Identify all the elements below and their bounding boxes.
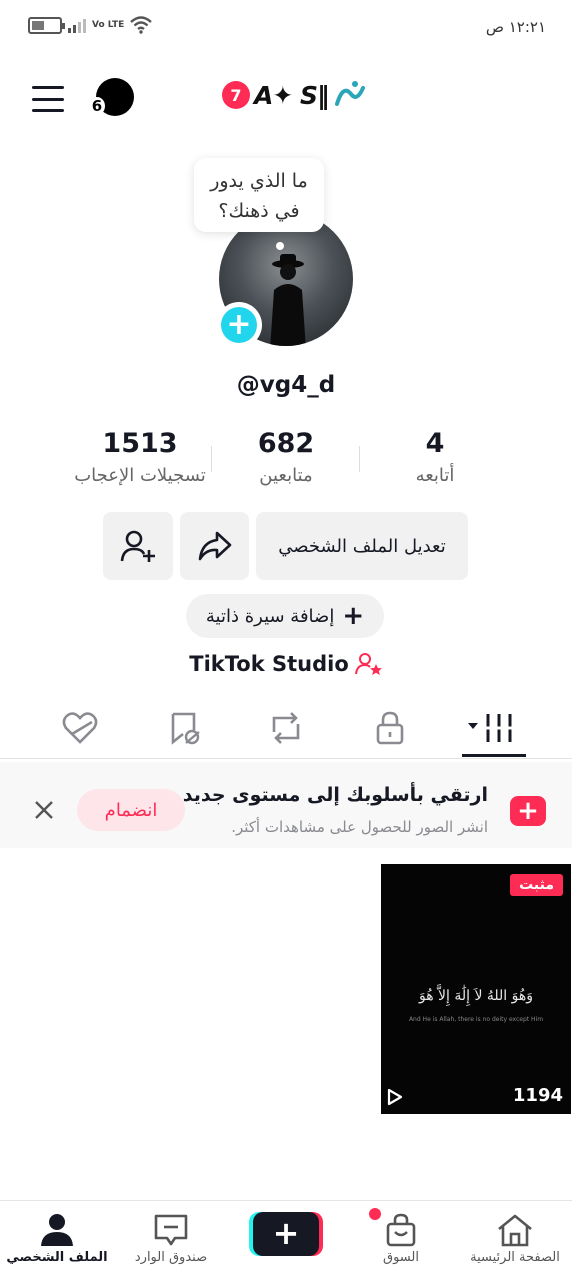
join-button[interactable]: انضمام (77, 789, 185, 831)
followers-count: 682 (257, 428, 315, 459)
tab-reposts[interactable] (266, 708, 306, 748)
profile-handle: @vg4_d (236, 372, 336, 398)
avatar-figure (270, 254, 306, 346)
friends-count: 6 (89, 97, 105, 115)
header-title[interactable]: 7 A✦ S‖ (222, 80, 367, 110)
tab-videos[interactable] (466, 708, 522, 748)
nav-shop-label: السوق (383, 1250, 419, 1265)
stat-following[interactable]: 4 أتابعه (355, 428, 515, 486)
close-icon[interactable] (30, 796, 58, 824)
likes-label: تسجيلات الإعجاب (74, 465, 206, 486)
grid-icon (468, 714, 514, 742)
tabs-divider (0, 758, 572, 759)
decoration-icon (334, 81, 365, 106)
active-tab-indicator (462, 754, 526, 757)
shop-notification-dot (369, 1208, 381, 1220)
nav-profile[interactable]: الملف الشخصي (0, 1206, 114, 1276)
plus-icon: + (221, 307, 257, 343)
stat-likes[interactable]: 1513 تسجيلات الإعجاب (60, 428, 220, 486)
inbox-icon (154, 1214, 188, 1246)
home-icon (498, 1214, 532, 1247)
nav-inbox[interactable]: صندوق الوارد (114, 1206, 228, 1276)
status-bubble[interactable]: ما الذي يدور في ذهنك؟ (194, 158, 324, 232)
status-icons: Vo LTE (28, 16, 153, 34)
video-subcaption: And He is Allah, there is no deity excep… (408, 1016, 544, 1023)
battery-icon (28, 16, 65, 34)
followers-label: متابعين (259, 465, 313, 486)
create-button[interactable]: + (253, 1212, 319, 1256)
shopping-bag-icon (386, 1213, 416, 1247)
status-time: ١٢:٢١ ص (485, 18, 546, 36)
heart-hidden-icon (62, 712, 98, 744)
studio-label: TikTok Studio (189, 652, 349, 676)
likes-count: 1513 (102, 428, 178, 459)
following-label: أتابعه (415, 465, 455, 486)
promo-title: ارتقي بأسلوبك إلى مستوى جديد (182, 784, 488, 806)
add-photo-icon: + (510, 796, 546, 826)
share-profile-button[interactable] (180, 512, 249, 580)
wifi-icon (130, 16, 153, 34)
nav-shop[interactable]: السوق (344, 1206, 458, 1276)
tab-private[interactable] (370, 708, 410, 748)
add-user-icon (120, 530, 155, 562)
add-bio-label: إضافة سيرة ذاتية (205, 605, 335, 627)
nav-home[interactable]: الصفحة الرئيسية (458, 1206, 572, 1276)
edit-profile-button[interactable]: تعديل الملف الشخصي (256, 512, 468, 580)
lock-icon (376, 711, 404, 745)
share-icon (198, 531, 231, 561)
nav-home-label: الصفحة الرئيسية (470, 1250, 560, 1265)
bubble-text-line1: ما الذي يدور (210, 170, 308, 192)
video-caption: وَهُوَ اللهُ لاَ إِلَٰهَ إِلاَّ هُوَ (418, 988, 534, 1004)
content-tabs (0, 700, 572, 758)
bubble-dot (276, 242, 284, 250)
play-icon (387, 1088, 403, 1106)
following-count: 4 (425, 428, 445, 459)
bubble-text-line2: في ذهنك؟ (218, 200, 300, 222)
add-photo-button[interactable]: + (216, 302, 262, 348)
nav-profile-label: الملف الشخصي (6, 1250, 108, 1265)
repost-icon (272, 712, 300, 744)
tab-favorites[interactable] (164, 708, 204, 748)
nav-inbox-label: صندوق الوارد (134, 1250, 208, 1265)
notification-badge: 7 (222, 81, 250, 109)
promo-subtitle: انشر الصور للحصول على مشاهدات أكثر. (231, 818, 488, 836)
video-thumbnail[interactable]: مثبت وَهُوَ اللهُ لاَ إِلَٰهَ إِلاَّ هُو… (381, 864, 571, 1114)
pinned-badge: مثبت (510, 874, 563, 896)
nav-divider (0, 1200, 572, 1201)
bookmark-hidden-icon (171, 712, 200, 745)
plus-icon: + (342, 601, 365, 631)
header-username: A✦ S‖ (254, 80, 330, 110)
menu-icon[interactable] (32, 86, 64, 112)
tab-liked[interactable] (60, 708, 100, 748)
studio-link[interactable]: TikTok Studio (0, 652, 572, 676)
volte-label: Vo LTE (92, 19, 125, 30)
add-friend-button[interactable] (103, 512, 173, 580)
status-bar: Vo LTE ١٢:٢١ ص (0, 0, 572, 56)
profile-icon (41, 1214, 73, 1246)
stat-followers[interactable]: 682 متابعين (206, 428, 366, 486)
add-bio-button[interactable]: + إضافة سيرة ذاتية (186, 594, 384, 638)
view-count: 1194 (512, 1085, 563, 1106)
creator-star-icon (354, 653, 382, 675)
signal-icon (68, 17, 86, 33)
